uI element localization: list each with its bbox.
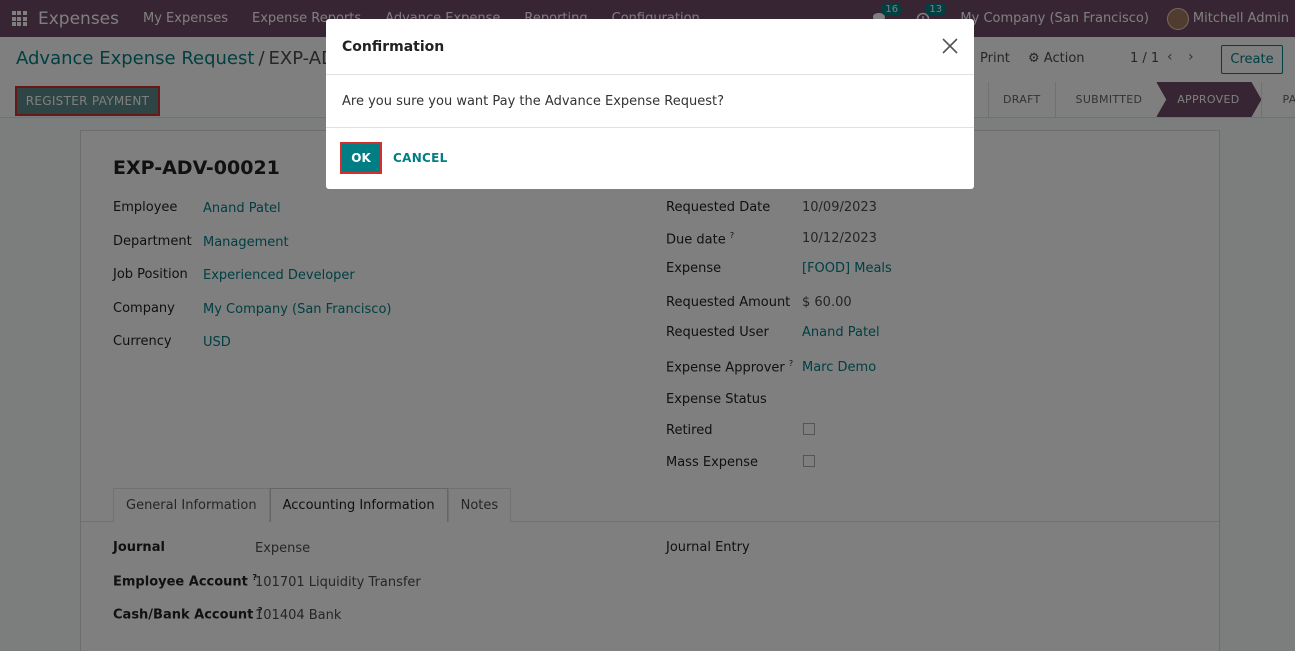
dialog-title: Confirmation	[342, 38, 445, 55]
confirmation-dialog: Confirmation Are you sure you want Pay t…	[326, 19, 974, 189]
ok-label: OK	[351, 151, 371, 165]
close-icon[interactable]	[940, 36, 960, 56]
dialog-header: Confirmation	[326, 19, 974, 75]
dialog-footer: OK CANCEL	[326, 128, 974, 188]
ok-button[interactable]: OK	[340, 142, 382, 174]
dialog-message: Are you sure you want Pay the Advance Ex…	[326, 75, 974, 128]
cancel-button[interactable]: CANCEL	[393, 151, 448, 165]
